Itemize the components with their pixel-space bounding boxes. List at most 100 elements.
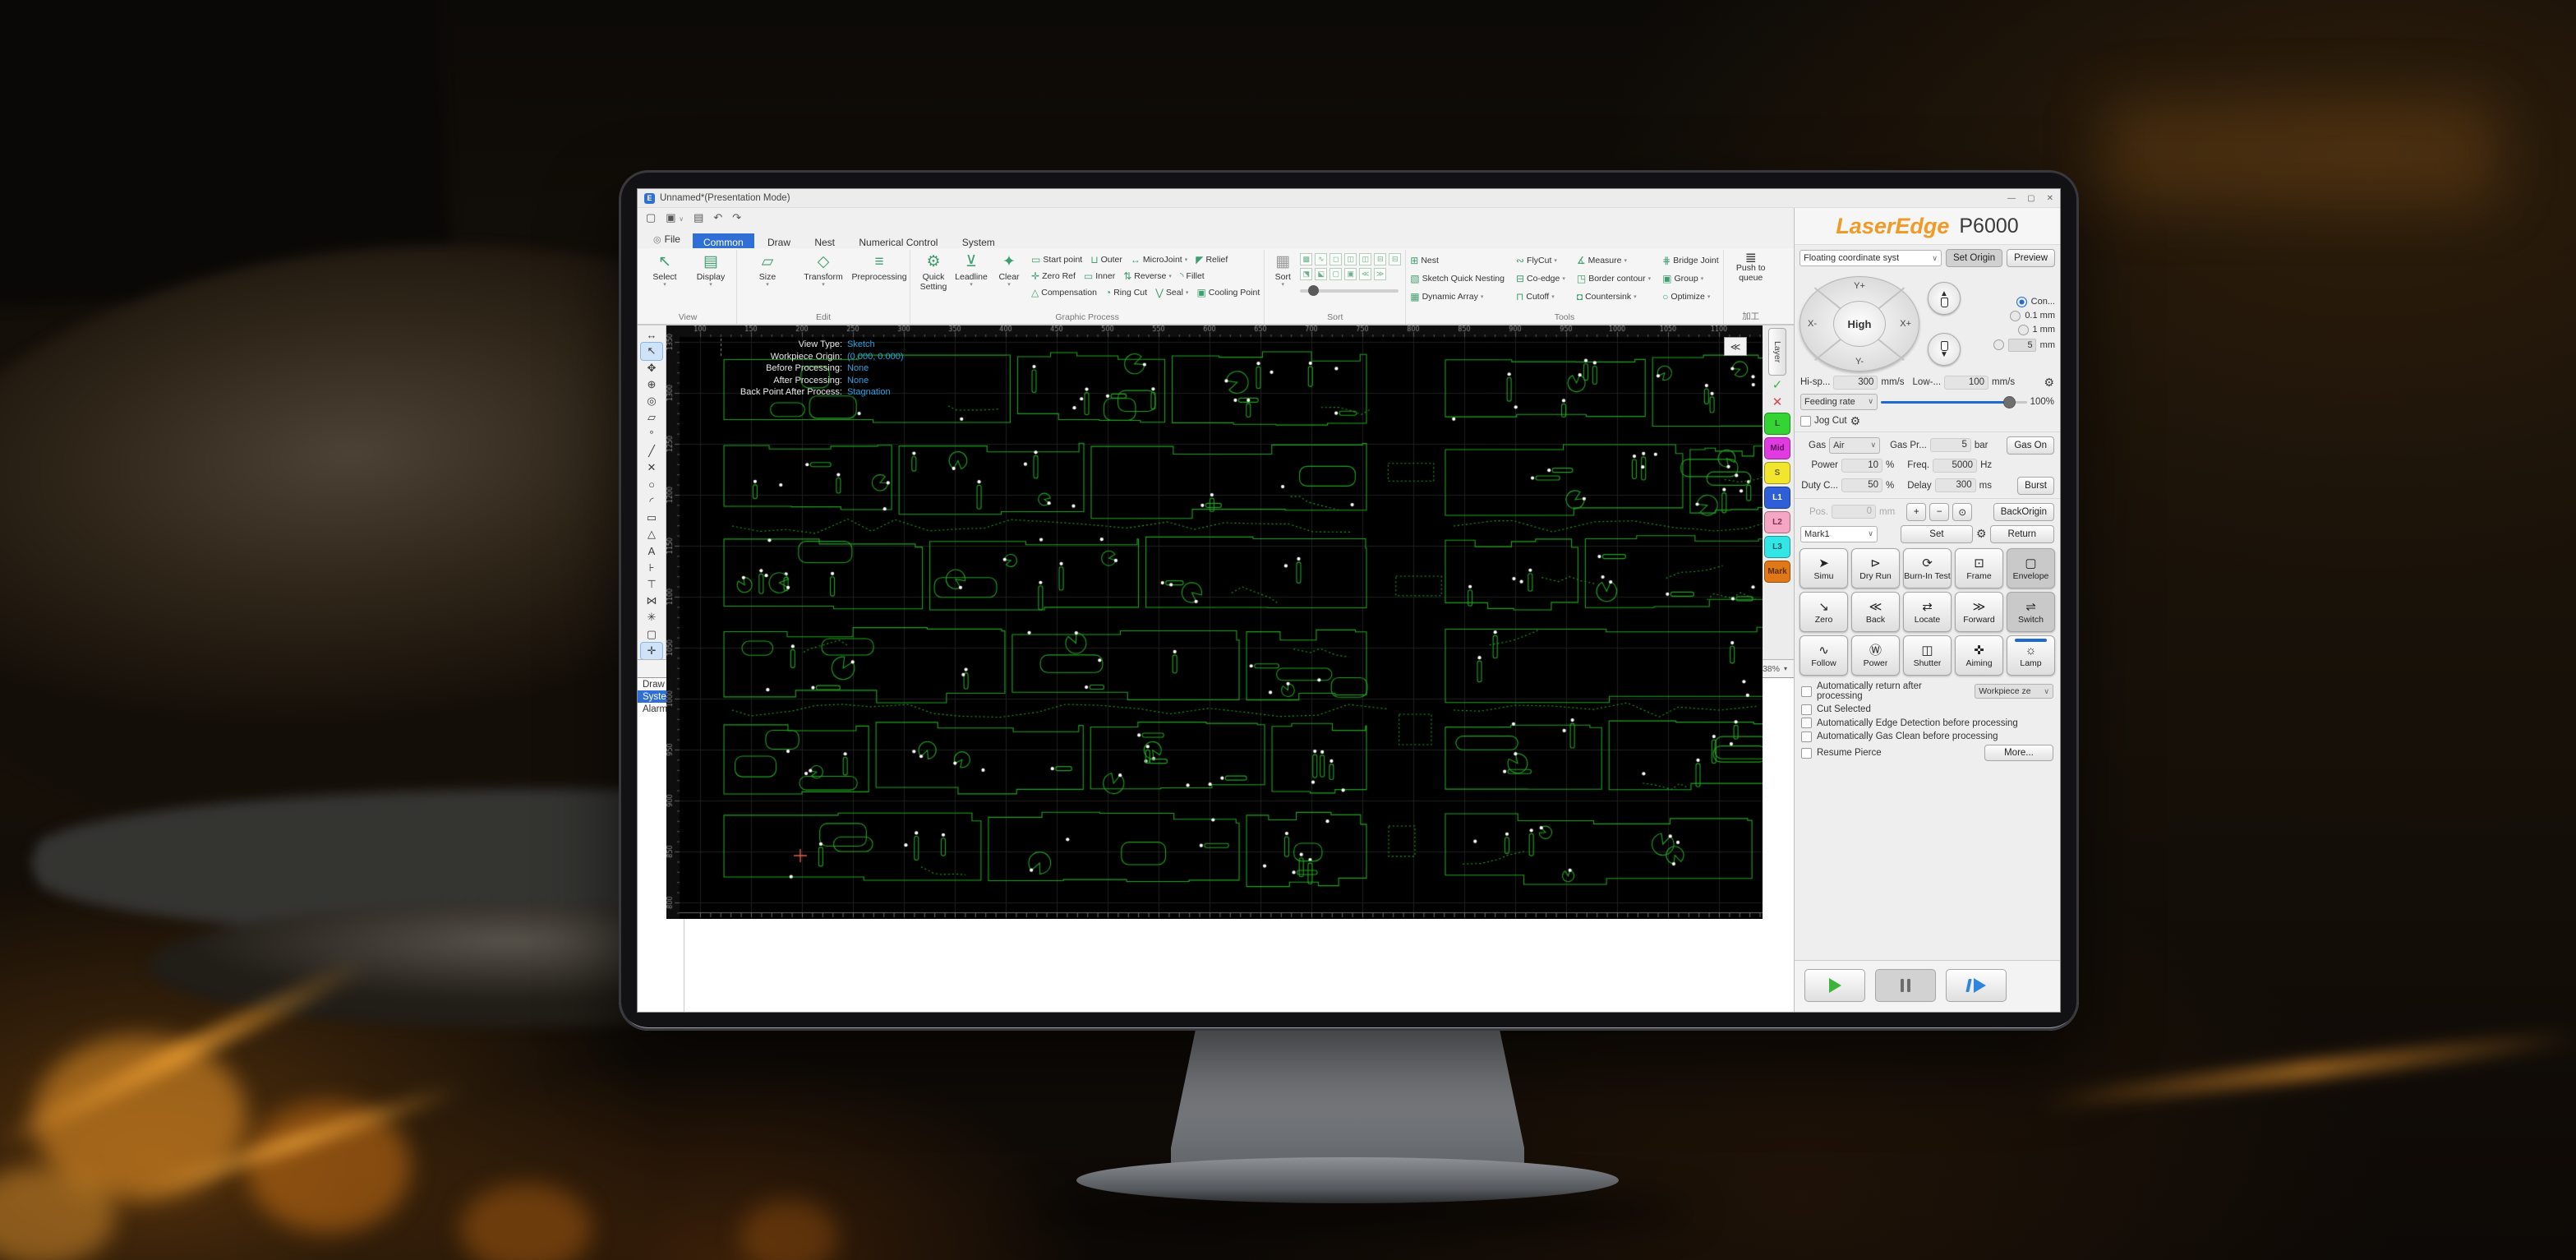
set-button[interactable]: Set <box>1901 525 1973 543</box>
layer-chip[interactable]: S <box>1764 462 1790 484</box>
ribbon-small-item[interactable]: ⋁ Seal ▾ <box>1155 287 1188 298</box>
machine-function-button[interactable]: ➤ Simu <box>1800 548 1848 588</box>
ribbon-small-item[interactable]: ↔ MicroJoint ▾ <box>1131 254 1187 265</box>
z-down-button[interactable]: ▼ <box>1928 333 1961 366</box>
minus-icon[interactable]: − <box>1929 503 1949 521</box>
open-file-icon[interactable]: ▣ ∨ <box>666 211 684 224</box>
drawing-tool[interactable]: ✥ <box>641 360 662 376</box>
new-file-icon[interactable]: ▢ <box>646 211 656 224</box>
drawing-tool[interactable]: ↔ <box>641 326 662 343</box>
feeding-rate-dropdown[interactable]: Feeding rate ∨ <box>1800 394 1878 410</box>
radio-icon[interactable] <box>1993 339 2004 350</box>
ribbon-small-item[interactable]: ◔ Ring Cut ▾ <box>1105 287 1147 298</box>
machine-function-button[interactable]: ⇌ Switch <box>2007 592 2055 632</box>
drawing-tool[interactable]: ✳ <box>641 609 662 625</box>
gear-icon[interactable]: ⚙ <box>2044 376 2054 390</box>
plus-icon[interactable]: + <box>1906 503 1926 521</box>
machine-function-button[interactable]: ✜ Aiming <box>1955 635 2003 676</box>
tool-item[interactable]: ▦ Dynamic Array ▾ <box>1410 288 1505 305</box>
ribbon-small-item[interactable]: ▭ Start point ▾ <box>1031 254 1082 265</box>
undo-icon[interactable]: ↶ <box>713 211 722 224</box>
feeding-rate-slider[interactable] <box>1881 396 2027 408</box>
cad-canvas[interactable] <box>666 325 1763 919</box>
ribbon-button[interactable]: ⚙ Quick Setting ▾ <box>915 250 952 292</box>
ribbon-small-item[interactable]: ◤ Relief ▾ <box>1196 254 1228 265</box>
close-icon[interactable]: ✕ <box>2047 194 2053 203</box>
redo-icon[interactable]: ↷ <box>732 211 741 224</box>
tool-item[interactable]: ∾ FlyCut ▾ <box>1516 252 1565 269</box>
cad-canvas-area[interactable]: View Type: Sketch Workpiece Origin: (0.0… <box>666 325 1760 659</box>
drawing-tool[interactable]: ╱ <box>641 443 662 459</box>
sort-mode-icon[interactable]: ◫ <box>1359 253 1371 265</box>
drawing-tool[interactable]: ⊕ <box>641 376 662 393</box>
menu-file[interactable]: ◎ File <box>643 230 691 248</box>
drawing-tool[interactable]: ○ <box>641 476 662 492</box>
burst-button[interactable]: Burst <box>2017 477 2054 495</box>
sort-mode-icon[interactable]: ≪ <box>1359 268 1371 280</box>
ribbon-button[interactable]: ▤ Display ▾ <box>689 250 732 288</box>
position-input[interactable]: 0 <box>1832 505 1876 519</box>
sort-mode-icon[interactable]: ▢ <box>1329 268 1342 280</box>
preview-button[interactable]: Preview <box>2007 249 2055 267</box>
tool-item[interactable]: ∡ Measure ▾ <box>1577 252 1651 269</box>
cross-icon[interactable]: ✕ <box>1772 395 1783 410</box>
drawing-tool[interactable]: △ <box>641 526 662 542</box>
tool-item[interactable]: ⊞ Nest ▾ <box>1410 252 1505 269</box>
machine-function-button[interactable]: ≪ Back <box>1851 592 1900 632</box>
jog-speed-toggle[interactable]: High <box>1833 301 1886 347</box>
maximize-icon[interactable]: ▢ <box>2027 194 2035 203</box>
sort-mode-icon[interactable]: ⊟ <box>1374 253 1386 265</box>
more-button[interactable]: More... <box>1984 745 2053 761</box>
step-option[interactable]: Con... <box>1969 297 2055 307</box>
machine-function-button[interactable]: ▢ Envelope <box>2007 548 2055 588</box>
tool-item[interactable]: ○ Optimize ▾ <box>1662 288 1719 305</box>
jog-y-plus[interactable]: Y+ <box>1854 281 1865 291</box>
tool-item[interactable]: ▧ Sketch Quick Nesting ▾ <box>1410 270 1505 287</box>
ribbon-button[interactable]: ▱ Size ▾ <box>741 250 794 288</box>
minimize-icon[interactable]: — <box>2007 194 2016 203</box>
step-value-input[interactable]: 5 <box>2008 339 2036 352</box>
machine-function-button[interactable]: ↘ Zero <box>1800 592 1848 632</box>
drawing-tool[interactable]: ⊤ <box>641 576 662 593</box>
push-to-queue-button[interactable]: ≣ Push to queue <box>1728 250 1774 283</box>
ribbon-small-item[interactable]: ✛ Zero Ref ▾ <box>1031 270 1076 282</box>
sort-mode-icon[interactable]: ◻ <box>1329 253 1342 265</box>
machine-function-button[interactable]: ⊡ Frame <box>1955 548 2003 588</box>
jog-y-minus[interactable]: Y- <box>1855 357 1864 367</box>
drawing-tool[interactable]: ✕ <box>641 459 662 476</box>
ribbon-small-item[interactable]: ▣ Cooling Point ▾ <box>1196 287 1260 298</box>
sort-mode-icon[interactable]: ⬕ <box>1315 268 1327 280</box>
coordinate-system-dropdown[interactable]: Floating coordinate syst ∨ <box>1800 250 1942 266</box>
machine-function-button[interactable]: ⟳ Burn-In Test <box>1903 548 1952 588</box>
sort-mode-icon[interactable]: ◫ <box>1344 253 1357 265</box>
low-speed-input[interactable]: 100 <box>1944 376 1988 390</box>
duty-cycle-input[interactable]: 50 <box>1841 478 1882 492</box>
frequency-input[interactable]: 5000 <box>1933 459 1977 473</box>
save-icon[interactable]: ▤ <box>694 211 703 224</box>
return-button[interactable]: Return <box>1990 525 2054 543</box>
layer-chip[interactable]: L3 <box>1764 536 1790 558</box>
sort-mode-icon[interactable]: ≫ <box>1374 268 1386 280</box>
sort-slider-thumb[interactable] <box>1308 285 1319 296</box>
drawing-tool[interactable]: ◎ <box>641 393 662 409</box>
sort-button[interactable]: ▦ Sort ▾ <box>1269 250 1297 288</box>
ribbon-button[interactable]: ⊻ Leadline ▾ <box>952 250 990 292</box>
checkbox-icon[interactable] <box>1801 748 1812 759</box>
drawing-tool[interactable]: A <box>641 542 662 559</box>
machine-function-button[interactable]: ∿ Follow <box>1800 635 1848 676</box>
layer-button[interactable]: Layer <box>1768 328 1786 376</box>
check-icon[interactable]: ✓ <box>1772 378 1783 393</box>
ribbon-button[interactable]: ↖ Select ▾ <box>643 250 686 288</box>
tool-item[interactable]: ⊟ Co-edge ▾ <box>1516 270 1565 287</box>
layer-chip[interactable]: L2 <box>1764 511 1790 533</box>
machine-function-button[interactable]: ☼ Lamp <box>2007 635 2055 676</box>
slider-thumb[interactable] <box>2003 396 2016 408</box>
origin-icon[interactable]: ⊙ <box>1952 503 1972 521</box>
ribbon-small-item[interactable]: ◝ Fillet ▾ <box>1180 270 1205 282</box>
jog-pad[interactable]: High Y+ Y- X- X+ <box>1800 276 1919 372</box>
drawing-tool[interactable]: ▢ <box>641 626 662 643</box>
checkbox-icon[interactable] <box>1801 704 1812 715</box>
tool-item[interactable]: ⊓ Cutoff ▾ <box>1516 288 1565 305</box>
machine-function-button[interactable]: ⇄ Locate <box>1903 592 1952 632</box>
step-option[interactable]: 1 mm <box>1969 325 2055 335</box>
